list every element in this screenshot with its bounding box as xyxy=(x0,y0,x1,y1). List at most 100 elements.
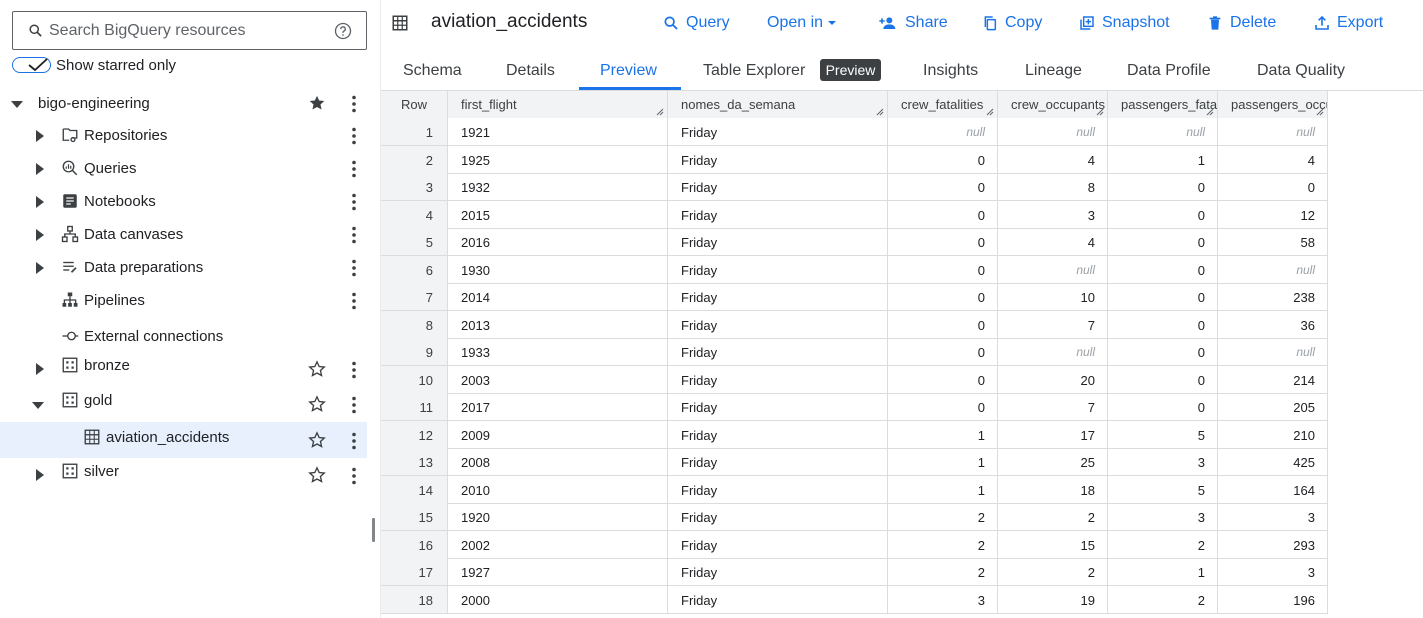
caret-down-icon[interactable] xyxy=(10,97,24,111)
table-cell[interactable]: 2010 xyxy=(448,475,668,503)
table-row[interactable]: 4 2015 Friday 0 3 0 12 xyxy=(381,200,1328,229)
table-cell[interactable]: 1 xyxy=(888,420,998,448)
table-cell[interactable]: 25 xyxy=(998,448,1108,475)
table-cell[interactable]: 293 xyxy=(1218,530,1328,558)
table-cell[interactable]: 2 xyxy=(998,503,1108,530)
table-cell[interactable]: 196 xyxy=(1218,585,1328,613)
table-row[interactable]: 14 2010 Friday 1 18 5 164 xyxy=(381,475,1328,504)
caret-right-icon[interactable] xyxy=(33,129,47,143)
table-row[interactable]: 15 1920 Friday 2 2 3 3 xyxy=(381,503,1328,531)
table-cell[interactable]: 1 xyxy=(888,475,998,503)
table-cell[interactable]: Friday xyxy=(668,338,888,365)
show-starred-toggle[interactable] xyxy=(12,57,51,73)
table-cell[interactable]: Friday xyxy=(668,530,888,558)
table-cell[interactable]: 1932 xyxy=(448,173,668,200)
more-options-icon[interactable] xyxy=(347,292,361,310)
row-number-cell[interactable]: 17 xyxy=(381,558,448,585)
row-number-cell[interactable]: 2 xyxy=(381,145,448,173)
tree-table-aviation-accidents[interactable]: aviation_accidents xyxy=(0,422,367,458)
table-cell[interactable]: null xyxy=(1218,255,1328,283)
tab-preview[interactable]: Preview xyxy=(600,52,657,90)
export-button[interactable]: Export xyxy=(1314,10,1383,36)
caret-right-icon[interactable] xyxy=(33,362,47,376)
table-cell[interactable]: 0 xyxy=(1108,200,1218,228)
tree-project-row[interactable]: bigo-engineering xyxy=(0,87,367,120)
row-number-cell[interactable]: 10 xyxy=(381,365,448,393)
table-cell[interactable]: null xyxy=(998,255,1108,283)
tab-table-explorer[interactable]: Table Explorer xyxy=(703,52,805,90)
table-cell[interactable]: 5 xyxy=(1108,420,1218,448)
table-cell[interactable]: Friday xyxy=(668,448,888,475)
table-cell[interactable]: 0 xyxy=(1108,365,1218,393)
table-row[interactable]: 10 2003 Friday 0 20 0 214 xyxy=(381,365,1328,394)
caret-right-icon[interactable] xyxy=(33,228,47,242)
table-cell[interactable]: Friday xyxy=(668,255,888,283)
table-cell[interactable]: 1921 xyxy=(448,118,668,145)
more-options-icon[interactable] xyxy=(347,467,361,485)
table-cell[interactable]: 5 xyxy=(1108,475,1218,503)
table-cell[interactable]: 0 xyxy=(888,393,998,420)
table-cell[interactable]: 0 xyxy=(888,310,998,338)
tree-item-repositories[interactable]: Repositories xyxy=(0,118,367,151)
table-cell[interactable]: 2 xyxy=(1108,585,1218,613)
table-cell[interactable]: 238 xyxy=(1218,283,1328,310)
table-cell[interactable]: 4 xyxy=(998,145,1108,173)
table-row[interactable]: 6 1930 Friday 0 null 0 null xyxy=(381,255,1328,284)
row-number-cell[interactable]: 3 xyxy=(381,173,448,200)
tab-details[interactable]: Details xyxy=(506,52,555,90)
delete-button[interactable]: Delete xyxy=(1207,10,1276,36)
table-cell[interactable]: 3 xyxy=(1218,558,1328,585)
table-row[interactable]: 5 2016 Friday 0 4 0 58 xyxy=(381,228,1328,256)
table-cell[interactable]: 3 xyxy=(1108,503,1218,530)
table-row[interactable]: 3 1932 Friday 0 8 0 0 xyxy=(381,173,1328,201)
column-resize-icon[interactable] xyxy=(1206,108,1214,116)
column-resize-icon[interactable] xyxy=(1096,108,1104,116)
column-header[interactable]: nomes_da_semana xyxy=(668,91,888,118)
column-resize-icon[interactable] xyxy=(1316,108,1324,116)
tree-item-external-connections[interactable]: External connections xyxy=(0,319,367,352)
table-cell[interactable]: 0 xyxy=(1108,173,1218,200)
tab-schema[interactable]: Schema xyxy=(403,52,462,90)
table-cell[interactable]: 1 xyxy=(888,448,998,475)
row-number-cell[interactable]: 8 xyxy=(381,310,448,338)
table-cell[interactable]: Friday xyxy=(668,503,888,530)
caret-right-icon[interactable] xyxy=(33,195,47,209)
column-resize-icon[interactable] xyxy=(986,108,994,116)
table-cell[interactable]: 0 xyxy=(888,228,998,255)
table-cell[interactable]: 1930 xyxy=(448,255,668,283)
more-options-icon[interactable] xyxy=(347,160,361,178)
table-cell[interactable]: 2013 xyxy=(448,310,668,338)
table-cell[interactable]: 2 xyxy=(1108,530,1218,558)
row-number-cell[interactable]: 18 xyxy=(381,585,448,613)
table-cell[interactable]: Friday xyxy=(668,365,888,393)
tree-item-notebooks[interactable]: Notebooks xyxy=(0,184,367,217)
row-number-cell[interactable]: 7 xyxy=(381,283,448,310)
table-cell[interactable]: 18 xyxy=(998,475,1108,503)
table-cell[interactable]: 0 xyxy=(1108,283,1218,310)
table-row[interactable]: 9 1933 Friday 0 null 0 null xyxy=(381,338,1328,366)
tab-lineage[interactable]: Lineage xyxy=(1025,52,1082,90)
table-cell[interactable]: 0 xyxy=(888,200,998,228)
table-row[interactable]: 7 2014 Friday 0 10 0 238 xyxy=(381,283,1328,311)
table-cell[interactable]: null xyxy=(998,338,1108,365)
star-outline-icon[interactable] xyxy=(308,395,326,413)
table-cell[interactable]: 7 xyxy=(998,393,1108,420)
table-cell[interactable]: 2002 xyxy=(448,530,668,558)
table-cell[interactable]: Friday xyxy=(668,475,888,503)
table-row[interactable]: 13 2008 Friday 1 25 3 425 xyxy=(381,448,1328,476)
table-cell[interactable]: 0 xyxy=(1108,228,1218,255)
table-cell[interactable]: 0 xyxy=(888,365,998,393)
table-cell[interactable]: 12 xyxy=(1218,200,1328,228)
column-header-row[interactable]: Row xyxy=(381,91,448,118)
table-cell[interactable]: null xyxy=(888,118,998,145)
table-cell[interactable]: Friday xyxy=(668,283,888,310)
more-options-icon[interactable] xyxy=(347,432,361,450)
table-cell[interactable]: Friday xyxy=(668,118,888,145)
table-cell[interactable]: 2017 xyxy=(448,393,668,420)
table-cell[interactable]: Friday xyxy=(668,585,888,613)
table-cell[interactable]: 1927 xyxy=(448,558,668,585)
tree-item-data-canvases[interactable]: Data canvases xyxy=(0,217,367,250)
table-cell[interactable]: 2003 xyxy=(448,365,668,393)
open-in-button[interactable]: Open in xyxy=(767,10,837,36)
more-options-icon[interactable] xyxy=(347,259,361,277)
